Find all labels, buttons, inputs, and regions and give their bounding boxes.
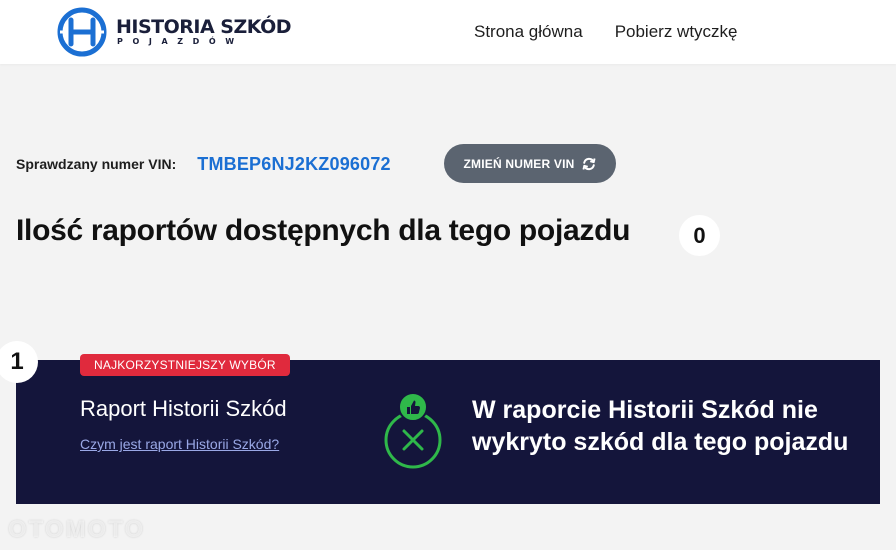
reports-title: Ilość raportów dostępnych dla tego pojaz… [16,214,631,247]
site-header: HISTORIA SZKÓD POJAZDÓW Strona główna Po… [0,0,896,64]
hs-logo-icon [57,7,107,57]
vin-value: TMBEP6NJ2KZ096072 [197,153,391,174]
no-damage-icon [384,392,442,469]
vin-label: Sprawdzany numer VIN: [16,156,177,172]
best-choice-badge: NAJKORZYSTNIEJSZY WYBÓR [80,354,290,376]
watermark: OTOMOTO [8,516,146,543]
reports-count-badge: 0 [679,215,720,256]
report-title: Raport Historii Szkód [80,396,287,421]
nav-download-plugin-link[interactable]: Pobierz wtyczkę [615,22,738,42]
change-vin-button[interactable]: ZMIEŃ NUMER VIN [444,144,616,183]
logo-subtitle: POJAZDÓW [117,37,244,46]
vin-row: Sprawdzany numer VIN: TMBEP6NJ2KZ096072 [16,144,391,184]
report-info-link[interactable]: Czym jest raport Historii Szkód? [80,436,279,452]
logo-title: HISTORIA SZKÓD [116,16,292,38]
change-vin-label: ZMIEŃ NUMER VIN [463,156,575,171]
site-logo[interactable]: HISTORIA SZKÓD POJAZDÓW [56,6,292,58]
result-message: W raporcie Historii Szkód nie wykryto sz… [472,396,849,456]
nav-home-link[interactable]: Strona główna [474,22,583,42]
refresh-icon [582,157,595,170]
main-nav: Strona główna Pobierz wtyczkę [474,22,738,42]
